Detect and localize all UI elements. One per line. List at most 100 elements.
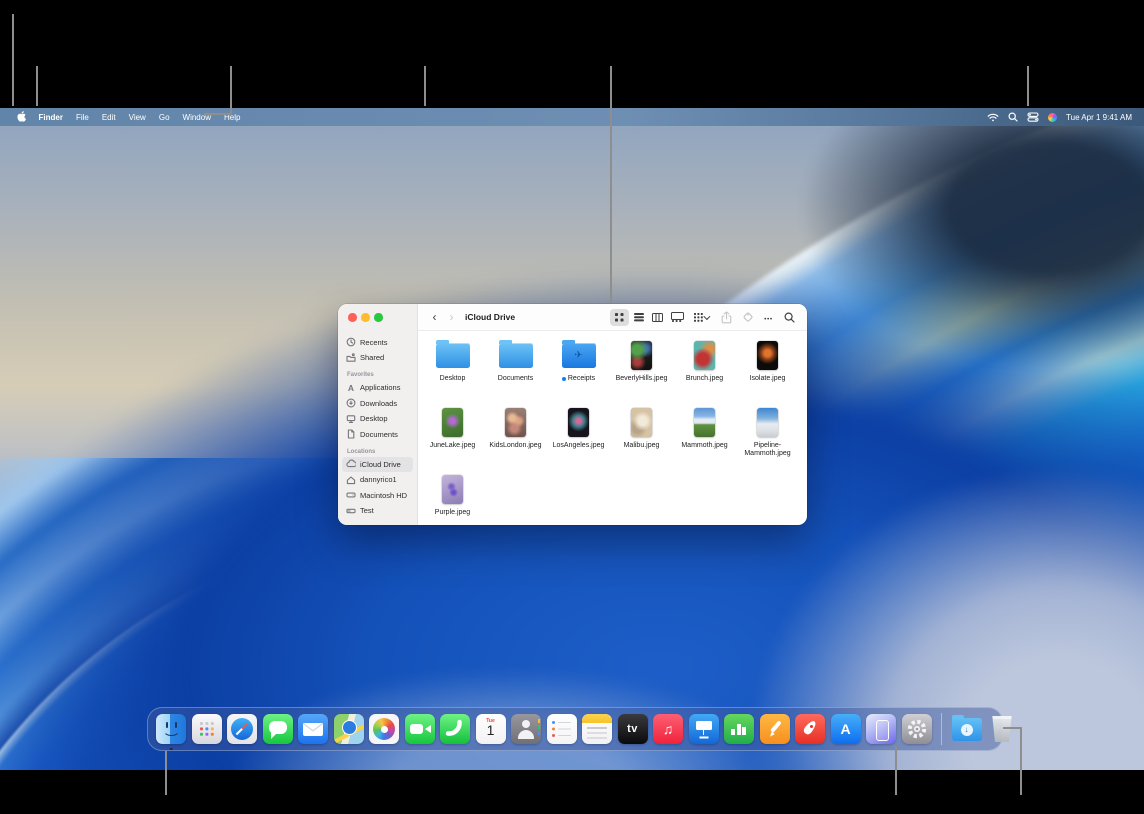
file-item[interactable]: LosAngeles.jpeg bbox=[547, 404, 610, 471]
dock-downloads-folder[interactable] bbox=[952, 714, 982, 744]
apple-menu[interactable] bbox=[10, 111, 32, 124]
sidebar-item-label: Applications bbox=[360, 383, 400, 392]
menu-item-finder[interactable]: Finder bbox=[32, 113, 69, 122]
file-item[interactable]: Documents bbox=[484, 337, 547, 404]
file-item[interactable]: Desktop bbox=[421, 337, 484, 404]
sidebar-item-dannyrico1[interactable]: dannyrico1 bbox=[342, 472, 413, 487]
dock-app-tv[interactable]: tv bbox=[618, 714, 648, 744]
external-disk-icon bbox=[346, 506, 356, 516]
dock-app-app-store[interactable]: A bbox=[831, 714, 861, 744]
contacts-icon bbox=[511, 714, 541, 744]
minimize-button[interactable] bbox=[361, 313, 370, 322]
sidebar-item-label: dannyrico1 bbox=[360, 475, 397, 484]
siri-icon[interactable] bbox=[1048, 113, 1057, 122]
dock-app-reminders[interactable] bbox=[547, 714, 577, 744]
dock-trash[interactable] bbox=[987, 714, 1017, 744]
callout-connector-help-menu bbox=[204, 113, 231, 115]
dock-app-phone[interactable] bbox=[440, 714, 470, 744]
finder-toolbar[interactable]: iCloud Drive bbox=[418, 304, 807, 331]
sidebar-item-label: Shared bbox=[360, 353, 384, 362]
keynote-icon bbox=[689, 714, 719, 744]
phone-icon bbox=[440, 714, 470, 744]
file-item[interactable]: Pipeline-Mammoth.jpeg bbox=[736, 404, 799, 471]
callout-line-trash bbox=[1020, 727, 1022, 795]
dock-app-calendar[interactable]: Tue1 bbox=[476, 714, 506, 744]
sidebar-item-macintosh-hd[interactable]: Macintosh HD bbox=[342, 488, 413, 503]
dock-app-photos[interactable] bbox=[369, 714, 399, 744]
file-item[interactable]: Isolate.jpeg bbox=[736, 337, 799, 404]
search-button[interactable] bbox=[781, 309, 798, 326]
menu-item-view[interactable]: View bbox=[122, 113, 152, 122]
window-controls bbox=[348, 313, 383, 322]
back-button[interactable] bbox=[428, 311, 441, 323]
dock-app-numbers[interactable] bbox=[724, 714, 754, 744]
menu-item-edit[interactable]: Edit bbox=[95, 113, 122, 122]
dock-app-keynote[interactable] bbox=[689, 714, 719, 744]
menu-item-file[interactable]: File bbox=[69, 113, 95, 122]
dock-app-safari[interactable] bbox=[227, 714, 257, 744]
image-thumbnail bbox=[631, 341, 652, 370]
dock-app-contacts[interactable] bbox=[511, 714, 541, 744]
sidebar-item-downloads[interactable]: Downloads bbox=[342, 396, 413, 411]
spotlight-search-icon[interactable] bbox=[1008, 112, 1018, 122]
zoom-button[interactable] bbox=[374, 313, 383, 322]
control-center-icon[interactable] bbox=[1027, 112, 1039, 122]
file-item[interactable]: Purple.jpeg bbox=[421, 471, 484, 538]
sidebar-section-favorites: Favorites bbox=[347, 372, 417, 378]
internal-disk-icon bbox=[346, 490, 356, 500]
grid-view-icon bbox=[615, 313, 624, 322]
dock-app-messages[interactable] bbox=[263, 714, 293, 744]
dock-app-mail[interactable] bbox=[298, 714, 328, 744]
app-store-letter: A bbox=[831, 714, 861, 744]
sidebar-item-recents[interactable]: Recents bbox=[342, 335, 413, 350]
dock-app-music[interactable] bbox=[653, 714, 683, 744]
column-view-button[interactable] bbox=[648, 309, 667, 326]
forward-button[interactable] bbox=[445, 311, 458, 323]
dock-app-finder[interactable] bbox=[156, 714, 186, 744]
share-button[interactable] bbox=[718, 309, 735, 326]
clock-icon bbox=[346, 337, 356, 347]
file-item[interactable]: Receipts bbox=[547, 337, 610, 404]
sidebar-item-label: Desktop bbox=[360, 414, 388, 423]
group-by-button[interactable] bbox=[690, 309, 714, 326]
apple-tv-icon: tv bbox=[618, 714, 648, 744]
trash-icon bbox=[991, 716, 1013, 742]
file-item[interactable]: KidsLondon.jpeg bbox=[484, 404, 547, 471]
sidebar-item-desktop[interactable]: Desktop bbox=[342, 411, 413, 426]
gallery-view-button[interactable] bbox=[667, 309, 686, 326]
more-options-button[interactable] bbox=[760, 309, 777, 326]
sidebar-item-test[interactable]: Test bbox=[342, 503, 413, 518]
safari-icon bbox=[227, 714, 257, 744]
icon-view-button[interactable] bbox=[610, 309, 629, 326]
dock-app-system-settings[interactable] bbox=[902, 714, 932, 744]
column-view-icon bbox=[652, 313, 663, 322]
file-item[interactable]: BeverlyHills.jpeg bbox=[610, 337, 673, 404]
sidebar-item-icloud-drive[interactable]: iCloud Drive bbox=[342, 457, 413, 472]
file-item[interactable]: Malibu.jpeg bbox=[610, 404, 673, 471]
menu-bar-clock[interactable]: Tue Apr 1 9:41 AM bbox=[1066, 113, 1132, 122]
menu-item-go[interactable]: Go bbox=[152, 113, 176, 122]
sidebar-item-documents[interactable]: Documents bbox=[342, 427, 413, 442]
file-name: LosAngeles.jpeg bbox=[553, 442, 605, 450]
dock-app-iphone-mirroring[interactable] bbox=[866, 714, 896, 744]
dock-app-pages[interactable] bbox=[760, 714, 790, 744]
sidebar-item-shared[interactable]: Shared bbox=[342, 350, 413, 365]
sidebar-item-applications[interactable]: Applications bbox=[342, 380, 413, 395]
file-item[interactable]: JuneLake.jpeg bbox=[421, 404, 484, 471]
file-name: Documents bbox=[498, 375, 533, 383]
desktop: Finder File Edit View Go Window Help Tue… bbox=[0, 108, 1144, 770]
list-view-button[interactable] bbox=[629, 309, 648, 326]
finder-icon bbox=[156, 714, 186, 744]
wifi-icon[interactable] bbox=[987, 113, 999, 122]
file-item[interactable]: Mammoth.jpeg bbox=[673, 404, 736, 471]
sidebar-item-label: Recents bbox=[360, 338, 388, 347]
close-button[interactable] bbox=[348, 313, 357, 322]
dock-app-notes[interactable] bbox=[582, 714, 612, 744]
dock-app-launchpad[interactable] bbox=[192, 714, 222, 744]
file-item[interactable]: Brunch.jpeg bbox=[673, 337, 736, 404]
tag-button[interactable] bbox=[739, 309, 756, 326]
dock-app-facetime[interactable] bbox=[405, 714, 435, 744]
dock-app-maps[interactable] bbox=[334, 714, 364, 744]
icon-art bbox=[742, 727, 746, 735]
dock-app-games[interactable] bbox=[795, 714, 825, 744]
